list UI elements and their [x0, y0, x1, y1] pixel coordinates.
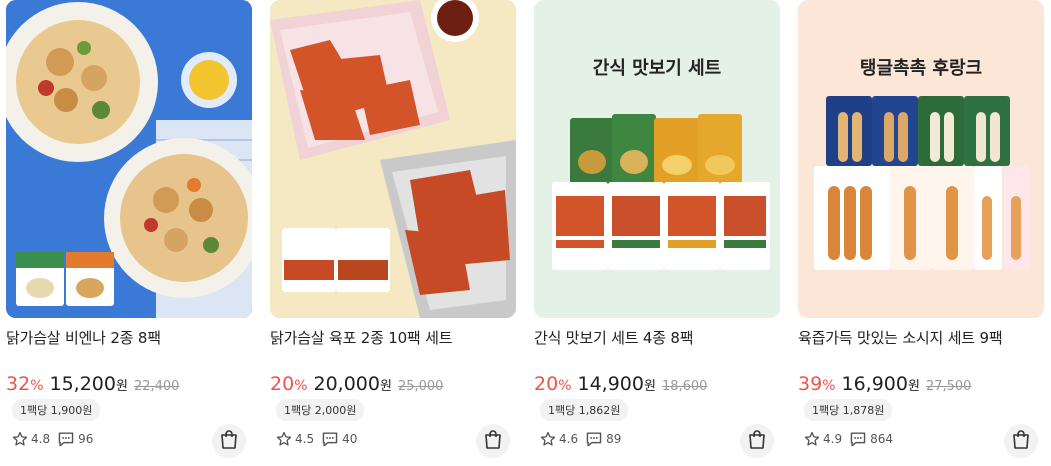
sale-price: 14,900원	[578, 373, 656, 395]
review-count: 864	[870, 432, 893, 446]
add-to-cart-button[interactable]	[1004, 424, 1038, 458]
rating-value: 4.8	[31, 432, 51, 446]
currency-unit: 원	[379, 379, 392, 394]
price-row: 20% 14,900원 18,600	[534, 373, 707, 399]
product-name[interactable]: 닭가슴살 육포 2종 10팩 세트	[270, 327, 453, 348]
rating-row: 4.6 89	[540, 429, 628, 449]
product-card[interactable]: 간식 맛보기 세트 간식 맛보기 세트 4종 8팩 20% 14,900원 18…	[534, 0, 780, 466]
product-image[interactable]	[6, 0, 252, 318]
discount-unit: %	[558, 378, 572, 394]
shopping-bag-icon	[1012, 429, 1030, 453]
review-count: 96	[78, 432, 94, 446]
discount-rate: 32%	[6, 373, 44, 395]
product-name[interactable]: 간식 맛보기 세트 4종 8팩	[534, 327, 694, 348]
discount-value: 20	[270, 373, 295, 395]
product-image[interactable]: 탱글촉촉 후랑크	[798, 0, 1044, 318]
currency-unit: 원	[115, 379, 128, 394]
add-to-cart-button[interactable]	[740, 424, 774, 458]
rating-row: 4.9 864	[804, 429, 900, 449]
shopping-bag-icon	[748, 429, 766, 453]
sale-price-value: 20,000	[313, 373, 380, 395]
discount-unit: %	[30, 378, 44, 394]
discount-unit: %	[294, 378, 308, 394]
rating-row: 4.5 40	[276, 429, 364, 449]
discount-value: 39	[798, 373, 823, 395]
comment-icon	[57, 431, 75, 447]
discount-value: 32	[6, 373, 31, 395]
price-row: 39% 16,900원 27,500	[798, 373, 971, 399]
currency-unit: 원	[643, 379, 656, 394]
rating-value: 4.9	[823, 432, 843, 446]
price-row: 32% 15,200원 22,400	[6, 373, 179, 399]
original-price: 18,600	[661, 379, 708, 394]
product-image[interactable]: 간식 맛보기 세트	[534, 0, 780, 318]
sale-price-value: 15,200	[49, 373, 116, 395]
original-price: 27,500	[925, 379, 972, 394]
product-grid: 닭가슴살 비엔나 2종 8팩 32% 15,200원 22,400 1팩당 1,90…	[0, 0, 1051, 466]
star-icon	[12, 431, 28, 447]
add-to-cart-button[interactable]	[212, 424, 246, 458]
unit-price-badge: 1팩당 2,000원	[276, 399, 365, 421]
rating-value: 4.6	[559, 432, 579, 446]
rating-row: 4.8 96	[12, 429, 100, 449]
original-price: 22,400	[133, 379, 180, 394]
product-name[interactable]: 육즙가득 맛있는 소시지 세트 9팩	[798, 327, 1003, 348]
product-card[interactable]: 닭가슴살 비엔나 2종 8팩 32% 15,200원 22,400 1팩당 1,90…	[6, 0, 252, 466]
add-to-cart-button[interactable]	[476, 424, 510, 458]
product-card[interactable]: 닭가슴살 육포 2종 10팩 세트 20% 20,000원 25,000 1팩당 2…	[270, 0, 516, 466]
discount-rate: 20%	[270, 373, 308, 395]
shopping-bag-icon	[484, 429, 502, 453]
sale-price: 16,900원	[842, 373, 920, 395]
rating-value: 4.5	[295, 432, 315, 446]
sale-price-value: 16,900	[841, 373, 908, 395]
discount-unit: %	[822, 378, 836, 394]
comment-icon	[585, 431, 603, 447]
star-icon	[804, 431, 820, 447]
product-name[interactable]: 닭가슴살 비엔나 2종 8팩	[6, 327, 161, 348]
review-count: 89	[606, 432, 622, 446]
discount-rate: 39%	[798, 373, 836, 395]
sale-price-value: 14,900	[577, 373, 644, 395]
discount-rate: 20%	[534, 373, 572, 395]
unit-price-badge: 1팩당 1,900원	[12, 399, 101, 421]
price-row: 20% 20,000원 25,000	[270, 373, 443, 399]
discount-value: 20	[534, 373, 559, 395]
currency-unit: 원	[907, 379, 920, 394]
star-icon	[276, 431, 292, 447]
product-card[interactable]: 탱글촉촉 후랑크 육즙가득 맛있는 소시지 세트 9팩 39% 16,900원 …	[798, 0, 1044, 466]
sale-price: 15,200원	[50, 373, 128, 395]
comment-icon	[321, 431, 339, 447]
original-price: 25,000	[397, 379, 444, 394]
product-image[interactable]	[270, 0, 516, 318]
sale-price: 20,000원	[314, 373, 392, 395]
review-count: 40	[342, 432, 358, 446]
shopping-bag-icon	[220, 429, 238, 453]
unit-price-badge: 1팩당 1,878원	[804, 399, 893, 421]
star-icon	[540, 431, 556, 447]
unit-price-badge: 1팩당 1,862원	[540, 399, 629, 421]
comment-icon	[849, 431, 867, 447]
